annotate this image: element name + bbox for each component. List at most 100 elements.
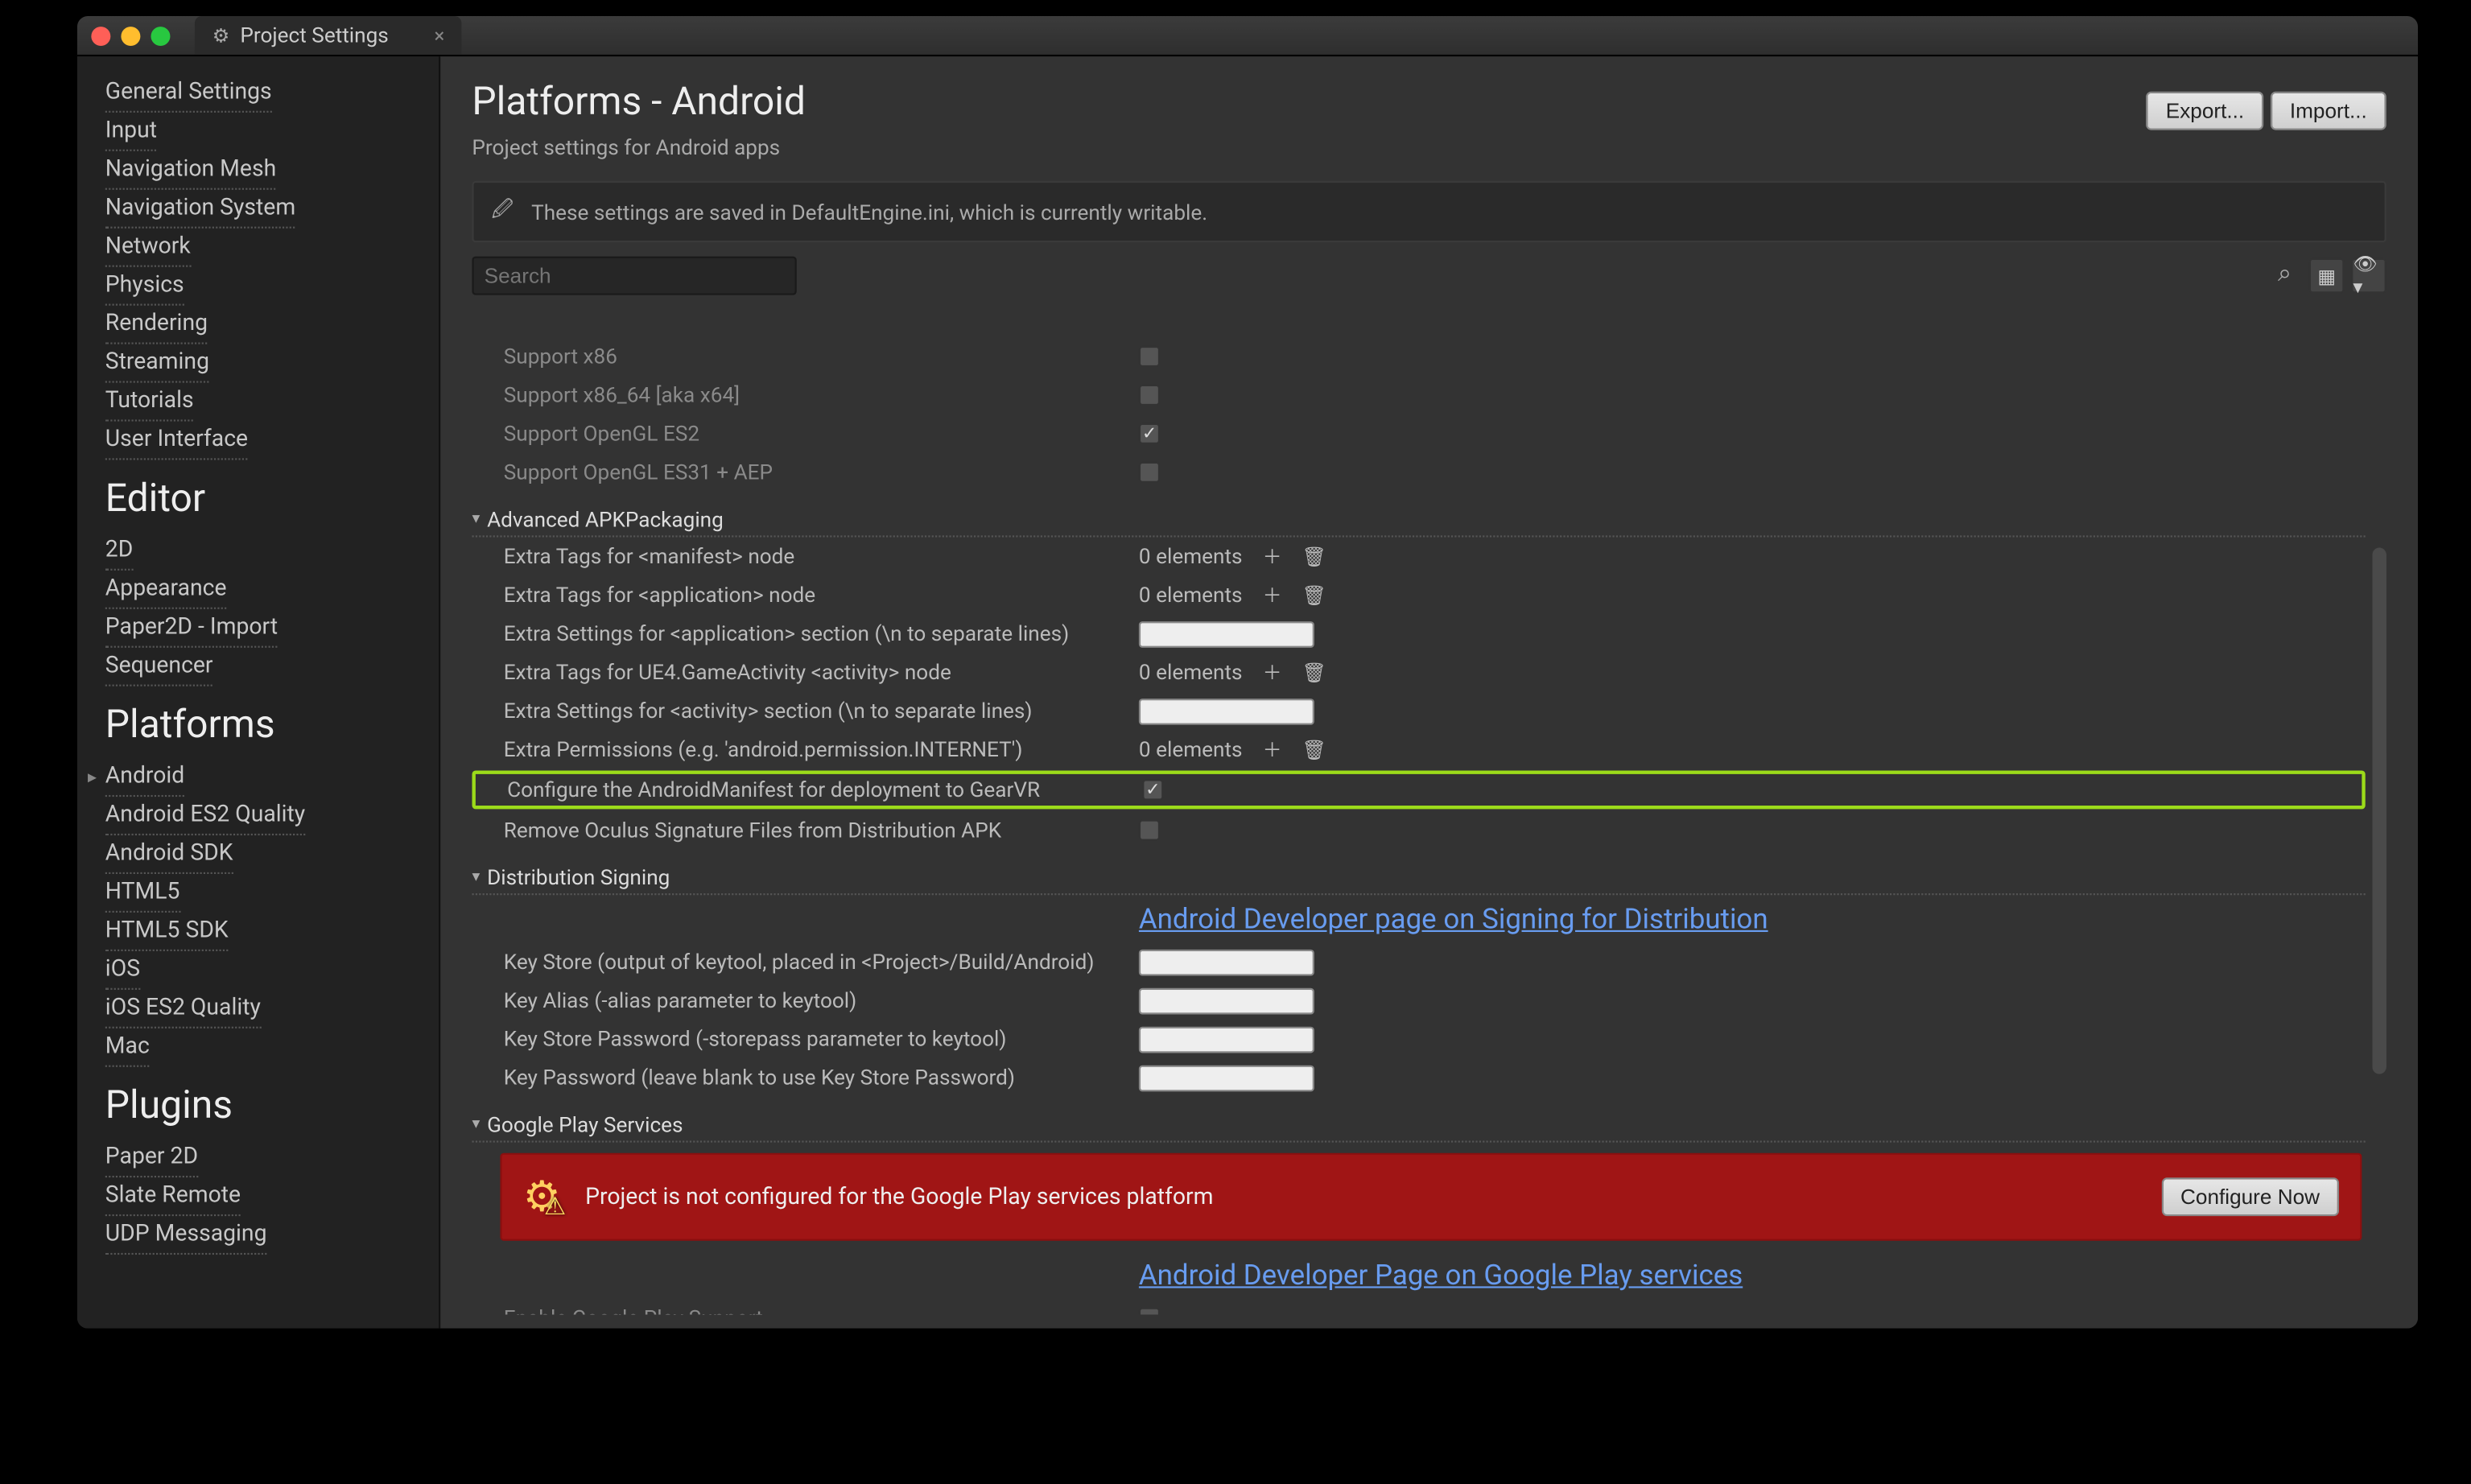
search-row: ⌕ ▦ 👁▾ (472, 257, 2386, 295)
sidebar: General SettingsInputNavigation MeshNavi… (77, 56, 439, 1329)
window: ⚙ Project Settings × General SettingsInp… (77, 16, 2418, 1329)
setting-label: Extra Tags for <manifest> node (472, 544, 1138, 569)
sidebar-item-streaming[interactable]: Streaming (105, 344, 209, 383)
checkbox[interactable] (1139, 819, 1160, 840)
text-input[interactable] (1139, 1065, 1314, 1091)
checkbox[interactable] (1139, 462, 1160, 483)
titlebar: ⚙ Project Settings × (77, 16, 2418, 55)
add-element-button[interactable]: ＋ (1260, 660, 1285, 685)
tab-project-settings[interactable]: ⚙ Project Settings × (195, 16, 462, 55)
delete-elements-button[interactable]: 🗑 (1302, 583, 1327, 608)
text-input[interactable] (1139, 987, 1314, 1014)
import-button[interactable]: Import... (2271, 92, 2386, 130)
setting-label: Key Store (output of keytool, placed in … (472, 950, 1138, 975)
info-text: These settings are saved in DefaultEngin… (531, 200, 1207, 225)
delete-elements-button[interactable]: 🗑 (1302, 660, 1327, 685)
eye-view-button[interactable]: 👁▾ (2351, 258, 2386, 294)
checkbox[interactable] (1139, 423, 1160, 444)
elements-count: 0 elements (1139, 544, 1243, 569)
section-header[interactable]: ▾Distribution Signing (472, 856, 2365, 895)
checkbox[interactable] (1139, 1307, 1160, 1314)
delete-elements-button[interactable]: 🗑 (1302, 737, 1327, 762)
settings-area: Support x86Support x86_64 [aka x64]Suppo… (472, 337, 2386, 1314)
sidebar-item-navigation-system[interactable]: Navigation System (105, 190, 295, 229)
sidebar-item-android-es2-quality[interactable]: Android ES2 Quality (105, 797, 305, 835)
main-panel: Platforms - Android Project settings for… (439, 56, 2418, 1329)
sidebar-item-input[interactable]: Input (105, 113, 157, 151)
setting-label: Support x86_64 [aka x64] (472, 383, 1138, 408)
setting-label: Remove Oculus Signature Files from Distr… (472, 818, 1138, 843)
scroll-thumb[interactable] (2372, 548, 2386, 1074)
setting-label: Key Alias (-alias parameter to keytool) (472, 988, 1138, 1013)
sidebar-item-appearance[interactable]: Appearance (105, 571, 227, 609)
section-title: Advanced APKPackaging (487, 506, 2366, 531)
section-header[interactable]: ▾Google Play Services (472, 1104, 2365, 1143)
section-header[interactable]: ▾ Advanced APKPackaging (472, 499, 2365, 538)
sidebar-item-rendering[interactable]: Rendering (105, 306, 208, 344)
setting-label: Extra Settings for <activity> section (\… (472, 699, 1138, 723)
text-input[interactable] (1139, 620, 1314, 647)
sidebar-item-mac[interactable]: Mac (105, 1028, 150, 1067)
text-input[interactable] (1139, 698, 1314, 724)
sidebar-item-udp-messaging[interactable]: UDP Messaging (105, 1216, 267, 1255)
elements-count: 0 elements (1139, 737, 1243, 762)
configure-now-button[interactable]: Configure Now (2161, 1177, 2339, 1216)
minimize-window-button[interactable] (121, 26, 140, 45)
checkbox[interactable] (1142, 779, 1163, 800)
checkbox[interactable] (1139, 385, 1160, 406)
chevron-down-icon: ▾ (472, 510, 480, 528)
search-input[interactable] (472, 257, 796, 295)
sidebar-item-sequencer[interactable]: Sequencer (105, 648, 213, 686)
sidebar-item-html5[interactable]: HTML5 (105, 874, 180, 913)
warning-icon: ⚠ (544, 1193, 566, 1222)
warning-text: Project is not configured for the Google… (585, 1184, 2136, 1210)
sidebar-item-network[interactable]: Network (105, 229, 191, 267)
sidebar-item-2d[interactable]: 2D (105, 532, 134, 571)
scrollbar[interactable] (2372, 548, 2386, 1301)
setting-label: Extra Settings for <application> section… (472, 621, 1138, 646)
header: Platforms - Android Project settings for… (440, 56, 2418, 174)
info-bar: 🖉 These settings are saved in DefaultEng… (472, 181, 2386, 242)
sidebar-item-user-interface[interactable]: User Interface (105, 422, 248, 460)
page-title: Platforms - Android (472, 81, 2146, 126)
sidebar-item-paper2d-import[interactable]: Paper2D - Import (105, 609, 278, 648)
export-button[interactable]: Export... (2147, 92, 2263, 130)
close-window-button[interactable] (91, 26, 110, 45)
doc-link[interactable]: Android Developer Page on Google Play se… (472, 1251, 2365, 1299)
save-icon: 🖉 (491, 193, 514, 230)
sidebar-heading-plugins: Plugins (105, 1085, 415, 1129)
grid-view-button[interactable]: ▦ (2309, 258, 2345, 294)
sidebar-item-tutorials[interactable]: Tutorials (105, 383, 194, 422)
text-input[interactable] (1139, 949, 1314, 975)
sidebar-item-ios[interactable]: iOS (105, 951, 140, 990)
setting-label: Enable Google Play Support (472, 1305, 1138, 1314)
setting-label: Configure the AndroidManifest for deploy… (476, 777, 1142, 802)
sidebar-item-general-settings[interactable]: General Settings (105, 74, 272, 113)
maximize-window-button[interactable] (151, 26, 170, 45)
sidebar-item-navigation-mesh[interactable]: Navigation Mesh (105, 151, 276, 190)
sidebar-item-physics[interactable]: Physics (105, 267, 184, 306)
setting-label: Extra Tags for <application> node (472, 583, 1138, 608)
gear-icon: ⚙ (212, 24, 230, 47)
sidebar-heading-platforms: Platforms (105, 704, 415, 748)
sidebar-item-paper-2d[interactable]: Paper 2D (105, 1139, 198, 1177)
add-element-button[interactable]: ＋ (1260, 544, 1285, 569)
elements-count: 0 elements (1139, 660, 1243, 685)
sidebar-item-ios-es2-quality[interactable]: iOS ES2 Quality (105, 990, 261, 1028)
sidebar-item-html5-sdk[interactable]: HTML5 SDK (105, 913, 229, 951)
sidebar-item-slate-remote[interactable]: Slate Remote (105, 1177, 241, 1216)
text-input[interactable] (1139, 1026, 1314, 1053)
delete-elements-button[interactable]: 🗑 (1302, 544, 1327, 569)
page-subtitle: Project settings for Android apps (472, 135, 2146, 160)
search-icon[interactable]: ⌕ (2278, 260, 2292, 288)
add-element-button[interactable]: ＋ (1260, 583, 1285, 608)
chevron-down-icon: ▾ (472, 1115, 480, 1133)
sidebar-item-android[interactable]: Android (105, 758, 185, 797)
setting-label: Support OpenGL ES31 + AEP (472, 460, 1138, 485)
checkbox[interactable] (1139, 346, 1160, 367)
sidebar-item-android-sdk[interactable]: Android SDK (105, 835, 233, 874)
sidebar-heading-editor: Editor (105, 477, 415, 521)
doc-link[interactable]: Android Developer page on Signing for Di… (472, 895, 2365, 942)
add-element-button[interactable]: ＋ (1260, 737, 1285, 762)
close-tab-button[interactable]: × (435, 24, 445, 47)
